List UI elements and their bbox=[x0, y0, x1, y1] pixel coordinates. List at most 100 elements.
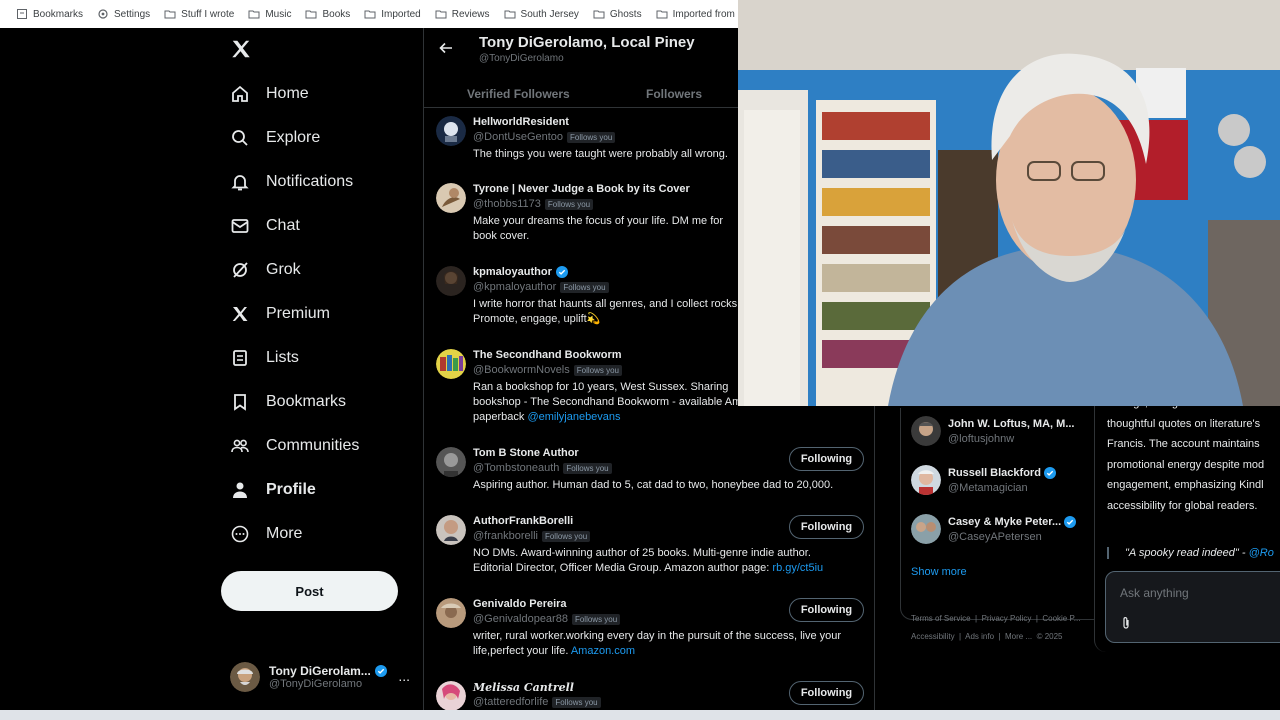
follower-name[interactable]: Tom B Stone Author bbox=[473, 447, 579, 459]
follower-handle: @Tombstoneauth bbox=[473, 462, 560, 474]
follows-you-badge: Follows you bbox=[552, 696, 601, 708]
follower-name[interactable]: AuthorFrankBorelli bbox=[473, 515, 573, 527]
grok-quote: "A spooky read indeed" - @Ro bbox=[1107, 547, 1280, 559]
bookmark-folder[interactable]: Music bbox=[248, 8, 291, 20]
footer-ads-info[interactable]: Ads info bbox=[965, 632, 994, 641]
bio-link[interactable]: Amazon.com bbox=[571, 645, 635, 657]
suggestion-handle: @Metamagician bbox=[948, 482, 1028, 494]
nav-grok[interactable]: Grok bbox=[230, 260, 301, 280]
following-button[interactable]: Following bbox=[789, 681, 864, 705]
bookmark-folder[interactable]: Books bbox=[305, 8, 350, 20]
show-more-link[interactable]: Show more bbox=[911, 566, 967, 578]
home-icon bbox=[232, 85, 248, 102]
nav-lists[interactable]: Lists bbox=[230, 348, 299, 368]
x-logo-icon[interactable] bbox=[230, 38, 252, 60]
folder-icon bbox=[364, 10, 376, 19]
follower-handle: @kpmaloyauthor bbox=[473, 281, 557, 293]
bookmarks-bar: Bookmarks Settings Stuff I wrote Music B… bbox=[0, 0, 759, 28]
footer-copyright: © 2025 bbox=[1036, 632, 1063, 641]
follower-name[interactable]: Melissa Cantrell bbox=[473, 681, 574, 694]
who-to-follow-item[interactable]: Russell Blackford @Metamagician bbox=[911, 465, 1101, 497]
ask-placeholder: Ask anything bbox=[1120, 586, 1189, 600]
footer-accessibility[interactable]: Accessibility bbox=[911, 632, 955, 641]
verified-badge-icon bbox=[1064, 516, 1077, 528]
bio-link[interactable]: @emilyjanebevans bbox=[527, 411, 620, 423]
follower-name[interactable]: Tyrone | Never Judge a Book by its Cover bbox=[473, 183, 690, 195]
account-name: Tony DiGerolam... bbox=[269, 664, 371, 678]
nav-profile[interactable]: Profile bbox=[230, 480, 316, 500]
follower-name[interactable]: Genivaldo Pereira bbox=[473, 598, 567, 610]
follower-handle: @frankborelli bbox=[473, 530, 538, 542]
mail-icon bbox=[231, 219, 249, 233]
post-button[interactable]: Post bbox=[221, 571, 398, 611]
follower-name[interactable]: The Secondhand Bookworm bbox=[473, 349, 622, 361]
avatar bbox=[911, 416, 941, 446]
following-button[interactable]: Following bbox=[789, 515, 864, 539]
nav-explore[interactable]: Explore bbox=[230, 128, 320, 148]
grok-panel: settings, alongside book cover c thought… bbox=[1094, 380, 1280, 652]
os-taskbar bbox=[0, 710, 1280, 720]
bookmark-bookmarks[interactable]: Bookmarks bbox=[16, 8, 83, 20]
bookmark-folder[interactable]: Reviews bbox=[435, 8, 490, 20]
account-handle: @TonyDiGerolamo bbox=[269, 678, 363, 690]
left-navigation: Home Explore Notifications Chat Grok Pre… bbox=[0, 28, 423, 710]
back-arrow-icon[interactable] bbox=[438, 40, 454, 56]
verified-badge-icon bbox=[555, 266, 568, 278]
bookmark-settings[interactable]: Settings bbox=[97, 8, 150, 20]
follows-you-badge: Follows you bbox=[563, 462, 612, 474]
nav-chat[interactable]: Chat bbox=[230, 216, 300, 236]
nav-bookmarks[interactable]: Bookmarks bbox=[230, 392, 346, 412]
tab-verified-followers[interactable]: Verified Followers bbox=[467, 87, 570, 101]
bookmark-folder[interactable]: Imported bbox=[364, 8, 421, 20]
account-switcher[interactable]: Tony DiGerolam... @TonyDiGerolamo ... bbox=[230, 660, 410, 694]
gear-icon bbox=[98, 9, 108, 19]
nav-communities[interactable]: Communities bbox=[230, 436, 359, 456]
who-to-follow-panel: John W. Loftus, MA, M... @loftusjohnw Ru… bbox=[900, 408, 1105, 620]
follower-handle: @Genivaldopear88 bbox=[473, 613, 568, 625]
following-button[interactable]: Following bbox=[789, 447, 864, 471]
footer-cookie[interactable]: Cookie P... bbox=[1042, 614, 1080, 623]
nav-home[interactable]: Home bbox=[230, 84, 309, 104]
bookmark-folder[interactable]: Stuff I wrote bbox=[164, 8, 234, 20]
folder-icon bbox=[164, 10, 176, 19]
suggestion-handle: @CaseyAPetersen bbox=[948, 531, 1042, 543]
tab-followers[interactable]: Followers bbox=[646, 87, 702, 101]
bio-link[interactable]: rb.gy/ct5iu bbox=[772, 562, 823, 574]
follower-bio: NO DMs. Award-winning author of 25 books… bbox=[473, 547, 824, 574]
follows-you-badge: Follows you bbox=[571, 613, 621, 625]
avatar bbox=[436, 447, 466, 477]
footer-terms[interactable]: Terms of Service bbox=[911, 614, 971, 623]
nav-more[interactable]: More bbox=[230, 524, 302, 544]
nav-premium[interactable]: Premium bbox=[230, 304, 330, 324]
people-icon bbox=[231, 439, 249, 453]
bookmarks-icon bbox=[17, 9, 27, 19]
suggestion-name: Russell Blackford bbox=[948, 467, 1041, 479]
verified-badge-icon bbox=[1043, 467, 1056, 479]
who-to-follow-item[interactable]: John W. Loftus, MA, M... @loftusjohnw bbox=[911, 416, 1101, 448]
account-menu-icon[interactable]: ... bbox=[398, 668, 410, 684]
who-to-follow-item[interactable]: Casey & Myke Peter... @CaseyAPetersen bbox=[911, 514, 1101, 546]
follows-you-badge: Follows you bbox=[573, 364, 622, 376]
bookmark-folder[interactable]: Ghosts bbox=[593, 8, 642, 20]
nav-notifications[interactable]: Notifications bbox=[230, 172, 353, 192]
grok-ask-input[interactable]: Ask anything bbox=[1105, 571, 1280, 643]
follows-you-badge: Follows you bbox=[544, 198, 594, 210]
folder-icon bbox=[248, 10, 260, 19]
follower-name[interactable]: kpmaloyauthor bbox=[473, 266, 552, 278]
follower-handle: @thobbs1173 bbox=[473, 198, 541, 210]
following-button[interactable]: Following bbox=[789, 598, 864, 622]
folder-icon bbox=[656, 10, 668, 19]
folder-icon bbox=[435, 10, 447, 19]
follower-handle: @tatteredforlife bbox=[473, 696, 549, 708]
follower-name[interactable]: HellworldResident bbox=[473, 116, 569, 128]
avatar bbox=[436, 349, 466, 379]
footer-more[interactable]: More ... bbox=[1005, 632, 1032, 641]
avatar bbox=[436, 266, 466, 296]
avatar bbox=[230, 662, 260, 692]
attach-icon[interactable] bbox=[1120, 616, 1132, 630]
webcam-overlay bbox=[738, 0, 1280, 406]
bookmark-folder[interactable]: South Jersey bbox=[504, 8, 579, 20]
avatar bbox=[436, 183, 466, 213]
folder-icon bbox=[593, 10, 605, 19]
footer-privacy[interactable]: Privacy Policy bbox=[982, 614, 1032, 623]
